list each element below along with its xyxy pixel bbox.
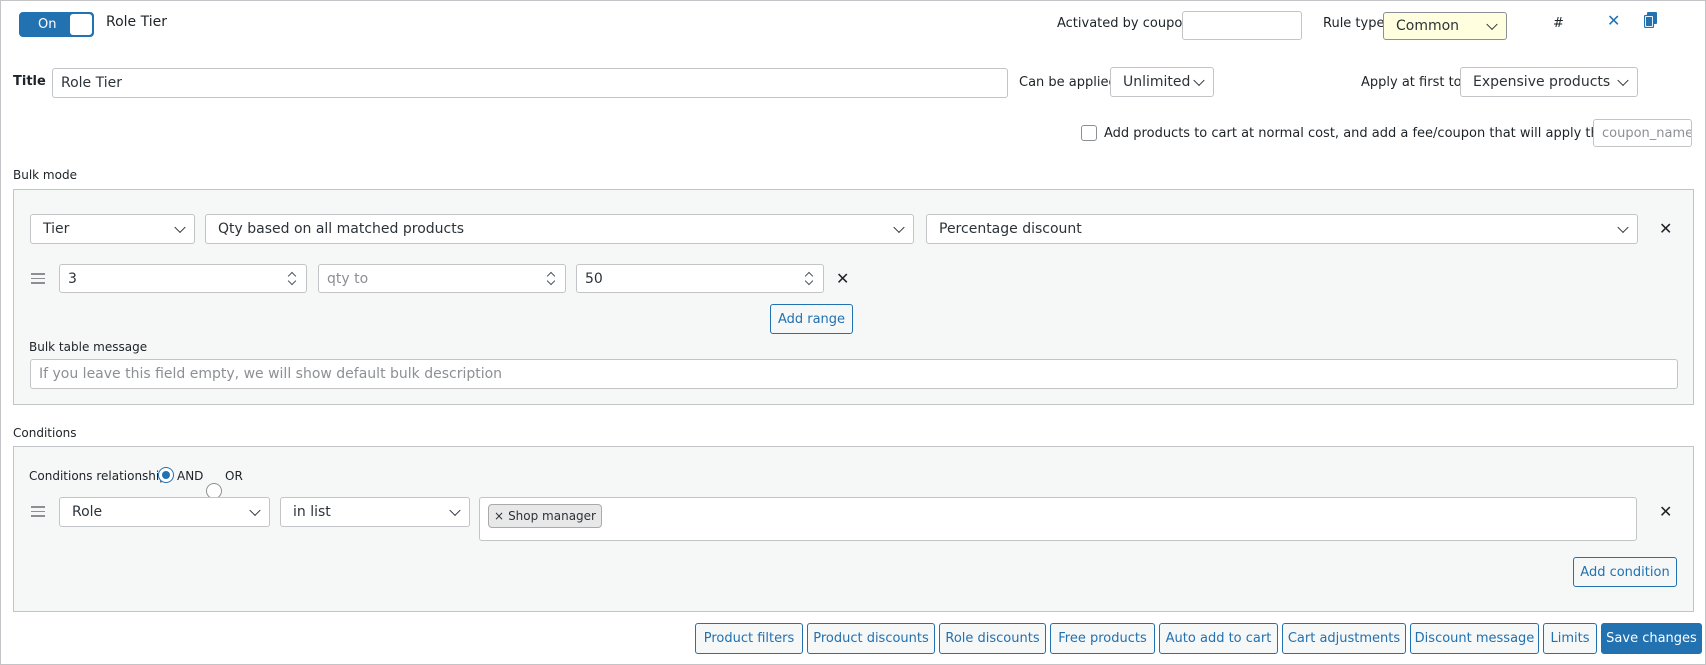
tag-label: Shop manager [508, 509, 596, 523]
coupon-name-input[interactable]: coupon_name [1593, 119, 1692, 147]
activated-by-coupon-label: Activated by coupon [1057, 16, 1191, 31]
range-discount-input[interactable]: 50 [576, 264, 824, 293]
add-range-button[interactable]: Add range [770, 304, 853, 334]
range-to-input[interactable]: qty to [318, 264, 566, 293]
chevron-down-icon [449, 504, 461, 517]
rule-type-value: Common [1396, 18, 1460, 34]
rule-hash-label: # [1553, 16, 1564, 31]
close-icon[interactable]: ✕ [1607, 13, 1620, 29]
conditions-label: Conditions [13, 426, 77, 440]
activated-by-coupon-input[interactable] [1182, 11, 1302, 40]
bulk-mode-value: Tier [43, 221, 70, 237]
chevron-down-icon [174, 221, 186, 234]
chevron-down-icon [1617, 221, 1629, 234]
chevron-down-icon [893, 221, 905, 234]
normal-cost-label: Add products to cart at normal cost, and… [1104, 126, 1643, 141]
can-be-applied-label: Can be applied [1019, 75, 1117, 90]
save-changes-button[interactable]: Save changes [1601, 623, 1702, 654]
free-products-button[interactable]: Free products [1050, 623, 1155, 654]
chevron-down-icon [1193, 74, 1205, 87]
bulk-mode-select[interactable]: Tier [30, 214, 195, 244]
range-discount-value: 50 [585, 270, 603, 287]
role-discounts-button[interactable]: Role discounts [939, 623, 1046, 654]
title-input[interactable]: Role Tier [52, 68, 1008, 98]
relationship-or-label: OR [225, 469, 243, 483]
bulk-mode-label: Bulk mode [13, 168, 77, 182]
apply-first-value: Expensive products [1473, 74, 1611, 90]
range-from-value: 3 [68, 270, 77, 287]
discount-type-select[interactable]: Percentage discount [926, 214, 1638, 244]
product-discounts-button[interactable]: Product discounts [807, 623, 935, 654]
discount-message-button[interactable]: Discount message [1410, 623, 1539, 654]
product-filters-button[interactable]: Product filters [695, 623, 803, 654]
condition-type-select[interactable]: Role [59, 497, 270, 527]
rule-enabled-toggle[interactable]: On [19, 12, 94, 37]
normal-cost-checkbox[interactable] [1081, 125, 1097, 141]
relationship-and-label: AND [177, 469, 204, 483]
condition-value-multiselect[interactable]: × Shop manager [479, 497, 1637, 541]
remove-condition-icon[interactable]: ✕ [1659, 504, 1672, 520]
condition-operator-select[interactable]: in list [280, 497, 470, 527]
drag-handle-icon[interactable] [31, 506, 45, 517]
relationship-and-radio[interactable] [158, 467, 174, 483]
bulk-message-input[interactable]: If you leave this field empty, we will s… [30, 359, 1678, 389]
add-condition-button[interactable]: Add condition [1573, 557, 1677, 587]
apply-first-label: Apply at first to: [1361, 75, 1466, 90]
discount-type-value: Percentage discount [939, 221, 1082, 237]
range-to-placeholder: qty to [327, 270, 369, 287]
remove-range-icon[interactable]: ✕ [836, 271, 849, 287]
limits-button[interactable]: Limits [1543, 623, 1597, 654]
rule-name-heading: Role Tier [106, 14, 167, 30]
toggle-label: On [38, 17, 57, 32]
selected-role-tag: × Shop manager [488, 504, 602, 528]
chevron-down-icon [1486, 18, 1498, 31]
drag-handle-icon[interactable] [31, 273, 45, 284]
rule-type-select[interactable]: Common [1383, 12, 1507, 40]
title-label: Title [13, 74, 46, 89]
tag-remove-icon[interactable]: × [494, 509, 504, 523]
footer-toolbar: Product filters Product discounts Role d… [695, 623, 1702, 654]
stepper-icon[interactable] [545, 271, 557, 287]
condition-operator-value: in list [293, 504, 331, 520]
toggle-knob [70, 14, 92, 35]
remove-bulk-icon[interactable]: ✕ [1659, 221, 1672, 237]
rule-type-label: Rule type [1323, 16, 1385, 31]
qty-basis-select[interactable]: Qty based on all matched products [205, 214, 914, 244]
chevron-down-icon [249, 504, 261, 517]
bulk-message-label: Bulk table message [29, 340, 148, 354]
qty-basis-value: Qty based on all matched products [218, 221, 465, 237]
chevron-down-icon [1617, 74, 1629, 87]
condition-type-value: Role [72, 504, 103, 520]
apply-first-select[interactable]: Expensive products [1460, 67, 1638, 97]
can-be-applied-select[interactable]: Unlimited [1110, 67, 1214, 97]
copy-icon[interactable] [1643, 12, 1658, 29]
cart-adjustments-button[interactable]: Cart adjustments [1282, 623, 1406, 654]
auto-add-to-cart-button[interactable]: Auto add to cart [1159, 623, 1278, 654]
stepper-icon[interactable] [286, 271, 298, 287]
can-be-applied-value: Unlimited [1123, 74, 1191, 90]
range-from-input[interactable]: 3 [59, 264, 307, 293]
conditions-relationship-label: Conditions relationship [29, 469, 167, 483]
stepper-icon[interactable] [803, 271, 815, 287]
